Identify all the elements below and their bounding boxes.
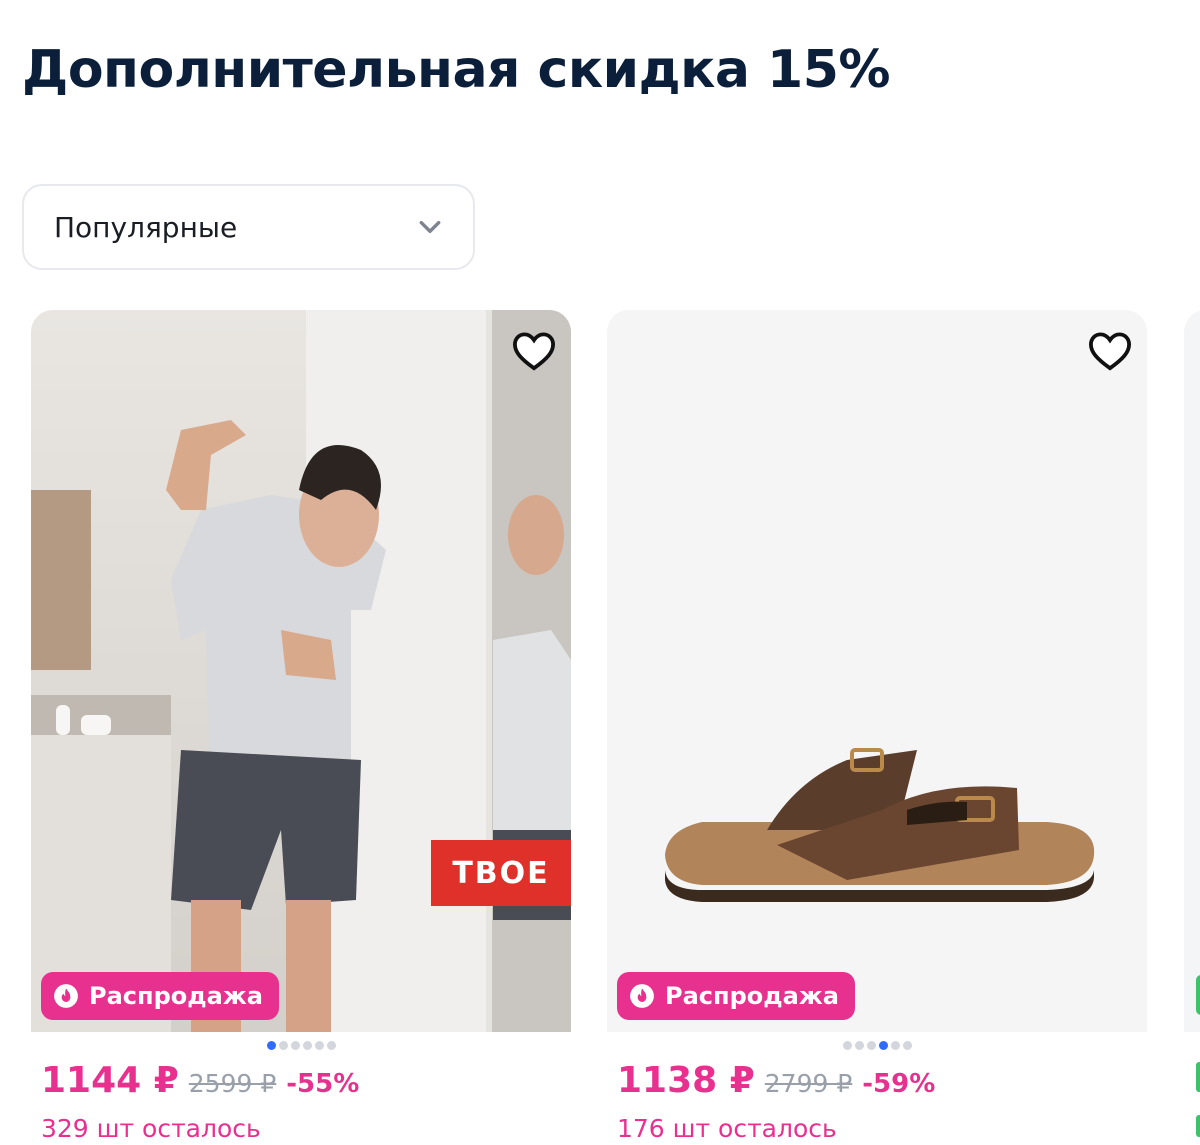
pagination-dot[interactable] bbox=[302, 1041, 312, 1050]
sale-badge: Распродажа bbox=[617, 972, 855, 1020]
partial-stock bbox=[1196, 1115, 1200, 1137]
old-price: 2599 ₽ bbox=[188, 1069, 277, 1098]
pagination-dot[interactable] bbox=[890, 1041, 900, 1050]
stock-remaining: 329 шт осталось bbox=[41, 1114, 261, 1143]
sort-select[interactable]: Популярные bbox=[22, 184, 475, 270]
sort-select-value: Популярные bbox=[54, 210, 238, 244]
current-price: 1144 ₽ bbox=[41, 1060, 179, 1101]
sale-badge-label: Распродажа bbox=[89, 982, 263, 1010]
pagination-dot[interactable] bbox=[902, 1041, 912, 1050]
brand-logo-badge: ТВОЕ bbox=[431, 840, 571, 906]
chevron-down-icon bbox=[419, 220, 441, 234]
favorite-heart-icon[interactable] bbox=[1087, 330, 1133, 372]
product-card-partial[interactable] bbox=[1184, 310, 1200, 1032]
old-price: 2799 ₽ bbox=[764, 1069, 853, 1098]
pagination-dot[interactable] bbox=[326, 1041, 336, 1050]
fire-icon bbox=[54, 984, 78, 1008]
product-image[interactable]: Распродажа bbox=[607, 310, 1147, 1032]
image-pagination[interactable] bbox=[31, 1041, 571, 1050]
price-row: 1144 ₽ 2599 ₽ -55% bbox=[41, 1060, 359, 1101]
partial-badge bbox=[1196, 975, 1200, 1015]
favorite-heart-icon[interactable] bbox=[511, 330, 557, 372]
pagination-dot[interactable] bbox=[854, 1041, 864, 1050]
product-photo-model bbox=[31, 310, 571, 1032]
sale-badge-label: Распродажа bbox=[665, 982, 839, 1010]
product-photo-sandal bbox=[665, 748, 1095, 902]
image-pagination[interactable] bbox=[607, 1041, 1147, 1050]
pagination-dot[interactable] bbox=[878, 1041, 888, 1050]
sale-badge: Распродажа bbox=[41, 972, 279, 1020]
partial-price bbox=[1196, 1062, 1200, 1092]
discount-percent: -59% bbox=[862, 1069, 936, 1099]
page-title: Дополнительная скидка 15% bbox=[22, 40, 891, 100]
discount-percent: -55% bbox=[286, 1069, 360, 1099]
pagination-dot[interactable] bbox=[266, 1041, 276, 1050]
product-image[interactable]: ТВОЕ Распродажа bbox=[31, 310, 571, 1032]
product-card[interactable]: Распродажа 1138 ₽ 2799 ₽ -59% 176 шт ост… bbox=[607, 310, 1147, 1145]
pagination-dot[interactable] bbox=[278, 1041, 288, 1050]
product-card[interactable]: ТВОЕ Распродажа 1144 ₽ 2599 ₽ -55% 329 ш… bbox=[31, 310, 571, 1145]
pagination-dot[interactable] bbox=[290, 1041, 300, 1050]
fire-icon bbox=[630, 984, 654, 1008]
pagination-dot[interactable] bbox=[842, 1041, 852, 1050]
pagination-dot[interactable] bbox=[866, 1041, 876, 1050]
pagination-dot[interactable] bbox=[314, 1041, 324, 1050]
stock-remaining: 176 шт осталось bbox=[617, 1114, 837, 1143]
price-row: 1138 ₽ 2799 ₽ -59% bbox=[617, 1060, 935, 1101]
current-price: 1138 ₽ bbox=[617, 1060, 755, 1101]
